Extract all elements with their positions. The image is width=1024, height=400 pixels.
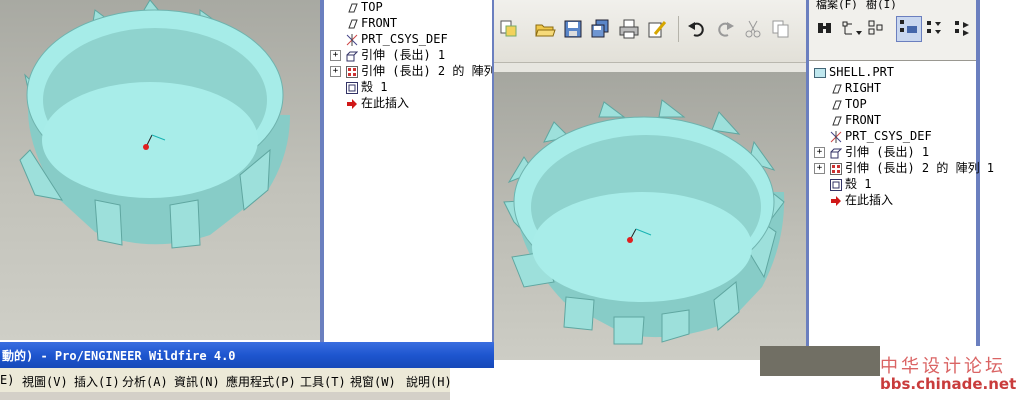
tree-item-insert-here[interactable]: 在此插入 bbox=[346, 95, 409, 111]
tree-item-insert-here[interactable]: 在此插入 bbox=[830, 192, 893, 208]
columns-icon[interactable] bbox=[866, 18, 888, 40]
tree-item-top[interactable]: TOP bbox=[830, 96, 867, 112]
print-icon[interactable] bbox=[618, 18, 640, 40]
coordinate-system-icon bbox=[830, 130, 842, 143]
datum-plane-icon bbox=[830, 99, 842, 111]
extrude-icon bbox=[830, 147, 843, 159]
toolbar-separator bbox=[678, 16, 679, 42]
tree-item-right[interactable]: RIGHT bbox=[830, 80, 881, 96]
tree-view-icon[interactable] bbox=[896, 16, 922, 42]
collapse-all-icon[interactable] bbox=[952, 18, 974, 40]
insert-here-arrow-icon bbox=[346, 98, 358, 110]
menu-window[interactable]: 視窗(W) bbox=[350, 373, 396, 390]
tree-item-front[interactable]: FRONT bbox=[346, 15, 397, 31]
model-tree-panel-left[interactable]: TOP FRONT PRT_CSYS_DEF + 引伸 (長出) 1 + 引伸 … bbox=[324, 0, 494, 342]
new-icon[interactable] bbox=[498, 18, 520, 40]
pattern-icon bbox=[346, 65, 358, 78]
copy-icon[interactable] bbox=[770, 18, 792, 40]
expand-all-icon[interactable] bbox=[924, 18, 946, 40]
menu-tools[interactable]: 工具(T) bbox=[300, 373, 346, 390]
datum-plane-icon bbox=[830, 115, 842, 127]
menu-help[interactable]: 說明(H) bbox=[406, 373, 452, 390]
shell-icon bbox=[830, 178, 842, 191]
tree-item-shell-1[interactable]: 殼 1 bbox=[830, 176, 871, 192]
model-viewport-right[interactable] bbox=[494, 72, 806, 360]
coordinate-system-icon bbox=[346, 33, 358, 46]
tree-item-extrude-1[interactable]: + 引伸 (長出) 1 bbox=[814, 144, 929, 160]
datum-plane-icon bbox=[830, 83, 842, 95]
filter-icon[interactable] bbox=[840, 18, 866, 40]
datum-plane-icon bbox=[346, 2, 358, 14]
tree-item-extrude-1[interactable]: + 引伸 (長出) 1 bbox=[330, 47, 445, 63]
tree-item-pattern-1[interactable]: + 引伸 (長出) 2 的 陣列 1 bbox=[814, 160, 994, 176]
tree-item-csys[interactable]: PRT_CSYS_DEF bbox=[346, 31, 448, 47]
shell-icon bbox=[346, 81, 358, 94]
model-tree-toolbar: 檔案(F) 樹(I) bbox=[806, 0, 978, 61]
cut-icon[interactable] bbox=[742, 18, 764, 40]
window-frame-right-tree bbox=[806, 0, 809, 360]
tree-item-top[interactable]: TOP bbox=[346, 0, 383, 15]
window-status-strip bbox=[760, 346, 880, 376]
show-icon[interactable] bbox=[814, 18, 836, 40]
part-icon bbox=[814, 67, 826, 79]
menu-edit[interactable]: E) bbox=[0, 373, 14, 387]
menu-view[interactable]: 視圖(V) bbox=[22, 373, 68, 390]
insert-here-arrow-icon bbox=[830, 195, 842, 207]
menu-insert[interactable]: 插入(I) bbox=[74, 373, 120, 390]
tree-root-shell-prt[interactable]: SHELL.PRT bbox=[814, 64, 894, 80]
undo-icon[interactable] bbox=[686, 18, 708, 40]
window-title: 動的) - Pro/ENGINEER Wildfire 4.0 bbox=[2, 349, 236, 363]
expand-toggle-icon[interactable]: + bbox=[330, 50, 341, 61]
tree-item-shell-1[interactable]: 殼 1 bbox=[346, 79, 387, 95]
menu-info[interactable]: 資訊(N) bbox=[174, 373, 220, 390]
menu-analysis[interactable]: 分析(A) bbox=[122, 373, 168, 390]
expand-toggle-icon[interactable]: + bbox=[814, 163, 825, 174]
menu-applications[interactable]: 應用程式(P) bbox=[226, 373, 296, 390]
expand-toggle-icon[interactable]: + bbox=[330, 66, 341, 77]
watermark-url: bbs.chinade.net bbox=[880, 375, 1017, 393]
gear-shell-model-left bbox=[19, 0, 290, 249]
main-toolbar bbox=[494, 0, 806, 63]
save-icon[interactable] bbox=[562, 18, 584, 40]
redo-icon[interactable] bbox=[714, 18, 736, 40]
model-viewport-left[interactable] bbox=[0, 0, 320, 340]
save-copy-icon[interactable] bbox=[590, 18, 612, 40]
expand-toggle-icon[interactable]: + bbox=[814, 147, 825, 158]
edit-icon[interactable] bbox=[646, 18, 668, 40]
tree-item-csys[interactable]: PRT_CSYS_DEF bbox=[830, 128, 932, 144]
menu-file[interactable]: 檔案(F) bbox=[816, 0, 858, 12]
open-icon[interactable] bbox=[534, 18, 556, 40]
extrude-icon bbox=[346, 50, 359, 62]
pattern-icon bbox=[830, 162, 842, 175]
model-tree-panel-right[interactable]: SHELL.PRT RIGHT TOP FRONT PRT_CSYS_DEF +… bbox=[812, 62, 994, 362]
menu-tree[interactable]: 樹(I) bbox=[866, 0, 897, 12]
datum-plane-icon bbox=[346, 18, 358, 30]
toolbar-strip bbox=[0, 392, 450, 400]
tree-item-front[interactable]: FRONT bbox=[830, 112, 881, 128]
tree-item-pattern-1[interactable]: + 引伸 (長出) 2 的 陣列 1 bbox=[330, 63, 492, 79]
gear-shell-model-right bbox=[503, 99, 785, 345]
